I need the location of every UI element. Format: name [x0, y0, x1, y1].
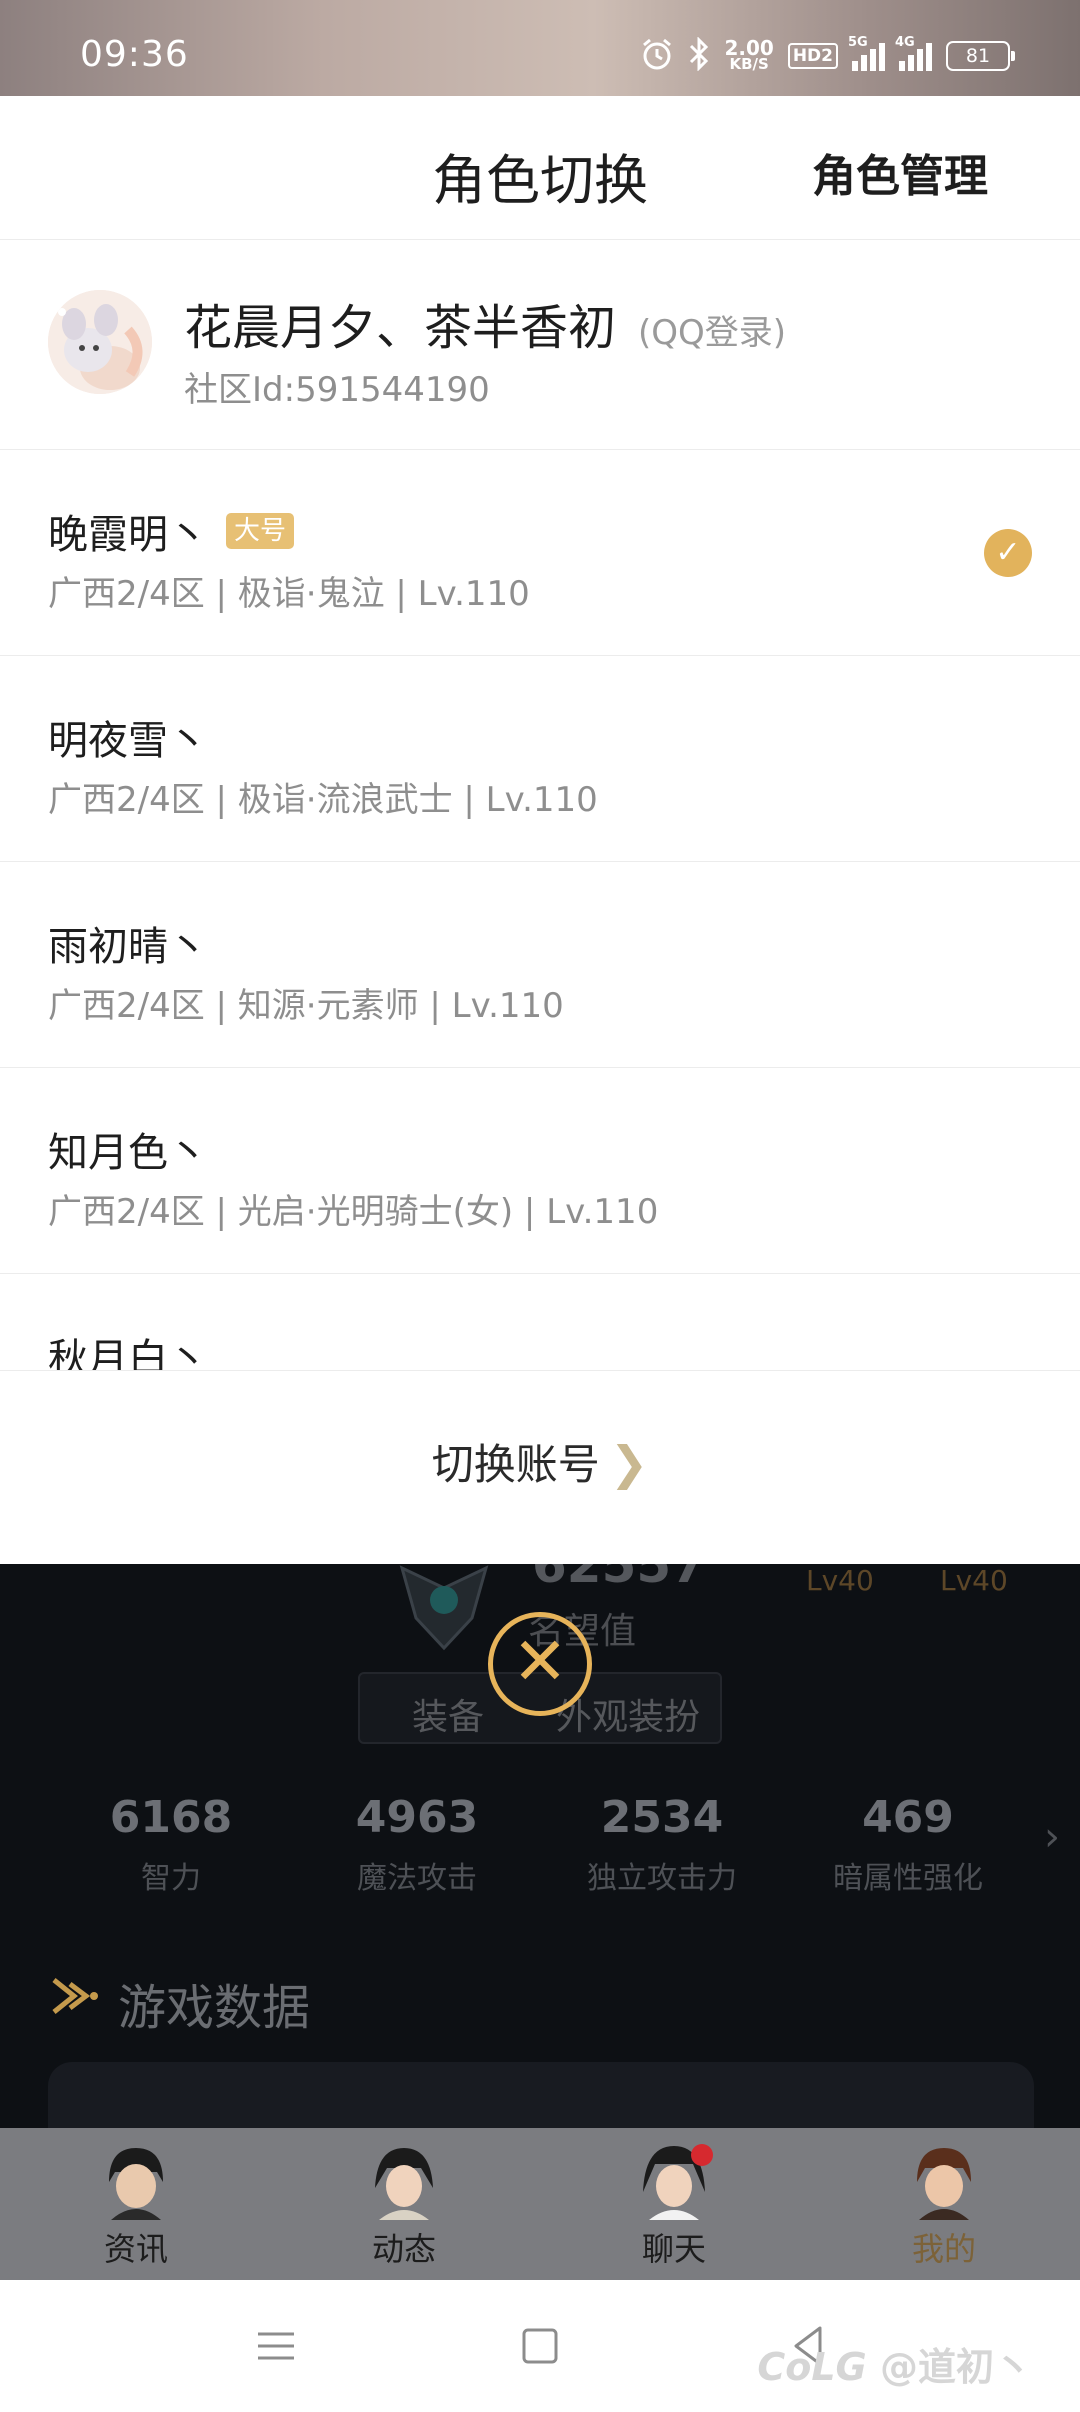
signal-4g-label: 4G: [895, 35, 915, 50]
switch-account-button[interactable]: 切换账号 ❯: [0, 1431, 1080, 1492]
account-name-text: 花晨月夕、茶半香初: [184, 300, 617, 356]
stat-value: 2534: [600, 1792, 724, 1843]
tab-feed[interactable]: 动态: [334, 2142, 474, 2270]
status-icons: 2.00 KB/S HD2 5G 4G 81: [640, 35, 1015, 76]
character-avatar-icon: [637, 2142, 713, 2222]
tab-label: 动态: [371, 2230, 436, 2268]
role-name: 知月色丶: [48, 1120, 208, 1178]
role-name-text: 明夜雪丶: [48, 718, 208, 764]
stat-value: 4963: [355, 1792, 479, 1843]
avatar[interactable]: [48, 290, 152, 394]
role-name: 晚霞明丶 大号: [48, 502, 295, 560]
sheet-footer: 切换账号 ❯: [0, 1370, 1080, 1564]
role-manage-button[interactable]: 角色管理: [812, 140, 988, 204]
role-name-text: 秋月白丶: [48, 1336, 208, 1370]
tab-label: 聊天: [641, 2230, 706, 2268]
home-icon[interactable]: [510, 2316, 570, 2376]
role-name: 秋月白丶: [48, 1326, 208, 1370]
selected-check-icon: ✓: [984, 529, 1032, 577]
role-switch-sheet: 角色切换 角色管理 花晨月夕、茶半香初 (QQ登录) 社区Id:591544190: [0, 96, 1080, 1564]
account-row: 花晨月夕、茶半香初 (QQ登录) 社区Id:591544190: [0, 240, 1080, 450]
level-left: Lv40: [806, 1564, 874, 1597]
role-detail: 广西2/4区 | 知源·元素师 | Lv.110: [48, 986, 564, 1026]
stat-item: 6168 智力: [56, 1792, 286, 1897]
character-avatar-icon: [367, 2142, 441, 2222]
stat-item: 469 暗属性强化: [793, 1792, 1023, 1897]
role-item[interactable]: 晚霞明丶 大号 广西2/4区 | 极诣·鬼泣 | Lv.110 ✓: [0, 450, 1080, 656]
stat-label: 智力: [141, 1861, 201, 1896]
role-name-text: 雨初晴丶: [48, 924, 208, 970]
role-detail: 广西2/4区 | 极诣·鬼泣 | Lv.110: [48, 574, 530, 614]
battery-icon: 81: [946, 41, 1015, 71]
account-name: 花晨月夕、茶半香初 (QQ登录): [184, 288, 786, 358]
role-item[interactable]: 知月色丶 广西2/4区 | 光启·光明骑士(女) | Lv.110: [0, 1068, 1080, 1274]
hd-icon: HD2: [787, 43, 838, 69]
role-detail: 广西2/4区 | 极诣·流浪武士 | Lv.110: [48, 780, 598, 820]
role-item[interactable]: 秋月白丶: [0, 1274, 1080, 1370]
tab-equipment: 装备: [412, 1697, 485, 1738]
tab-label: 我的: [911, 2230, 976, 2268]
stat-value: 6168: [109, 1792, 233, 1843]
status-bar: 09:36 2.00 KB/S HD2 5G 4G 81: [0, 0, 1080, 96]
section-title: 游戏数据: [118, 1980, 311, 2036]
sheet-header: 角色切换 角色管理: [0, 96, 1080, 240]
stat-value: 469: [862, 1792, 954, 1843]
rank-emblem-icon: [399, 1565, 489, 1651]
watermark-logo: CoLG: [757, 2345, 867, 2389]
role-item[interactable]: 雨初晴丶 广西2/4区 | 知源·元素师 | Lv.110: [0, 862, 1080, 1068]
reputation-score: 62557: [532, 1564, 706, 1594]
alarm-icon: [640, 37, 674, 76]
chevron-right-icon: ›: [1044, 1814, 1060, 1860]
watermark-text: @道初丶: [879, 2345, 1032, 2389]
main-role-badge: 大号: [226, 513, 295, 549]
net-speed-value: 2.00: [724, 36, 774, 60]
level-right: Lv40: [940, 1564, 1008, 1597]
stat-label: 魔法攻击: [357, 1861, 477, 1896]
close-icon[interactable]: ✕: [488, 1612, 592, 1716]
role-name-text: 晚霞明丶: [48, 512, 208, 558]
switch-account-label: 切换账号: [431, 1440, 600, 1489]
signal-5g-icon: 5G: [848, 35, 885, 71]
unread-badge: [691, 2144, 713, 2166]
bluetooth-icon: [688, 35, 710, 76]
account-login-type: (QQ登录): [638, 313, 787, 353]
bottom-tab-bar: 资讯 动态 聊天 我的: [0, 2128, 1080, 2280]
net-speed: 2.00 KB/S: [724, 36, 774, 73]
section-arrow-icon: [50, 1974, 100, 2029]
account-community-id: 社区Id:591544190: [184, 370, 490, 410]
stat-label: 暗属性强化: [833, 1861, 983, 1896]
stat-label: 独立攻击力: [587, 1861, 737, 1896]
net-speed-unit: KB/S: [729, 55, 769, 73]
status-time: 09:36: [80, 34, 189, 75]
menu-icon[interactable]: [246, 2316, 306, 2376]
role-item[interactable]: 明夜雪丶 广西2/4区 | 极诣·流浪武士 | Lv.110: [0, 656, 1080, 862]
role-list: 晚霞明丶 大号 广西2/4区 | 极诣·鬼泣 | Lv.110 ✓ 明夜雪丶 广…: [0, 450, 1080, 1370]
role-name-text: 知月色丶: [48, 1130, 208, 1176]
stat-item: 2534 独立攻击力: [547, 1792, 777, 1897]
stat-item: 4963 魔法攻击: [302, 1792, 532, 1897]
role-detail: 广西2/4区 | 光启·光明骑士(女) | Lv.110: [48, 1192, 659, 1232]
signal-5g-label: 5G: [848, 35, 868, 50]
system-navigation-bar: CoLG @道初丶: [0, 2280, 1080, 2412]
role-name: 明夜雪丶: [48, 708, 208, 766]
tab-label: 资讯: [103, 2230, 168, 2268]
tab-chat[interactable]: 聊天: [604, 2142, 744, 2270]
role-name: 雨初晴丶: [48, 914, 208, 972]
character-avatar-icon: [907, 2142, 981, 2222]
tab-mine[interactable]: 我的: [874, 2142, 1014, 2270]
profile-page-background: 62557 Lv40 Lv40 名望值 装备 外观装扮 ✕ 6168 智力 49…: [0, 1564, 1080, 2132]
signal-4g-icon: 4G: [895, 35, 932, 71]
game-data-card: [48, 2062, 1034, 2132]
chevron-right-icon: ❯: [609, 1436, 649, 1490]
watermark: CoLG @道初丶: [757, 2336, 1032, 2391]
tab-news[interactable]: 资讯: [66, 2142, 206, 2270]
character-avatar-icon: [99, 2142, 173, 2222]
